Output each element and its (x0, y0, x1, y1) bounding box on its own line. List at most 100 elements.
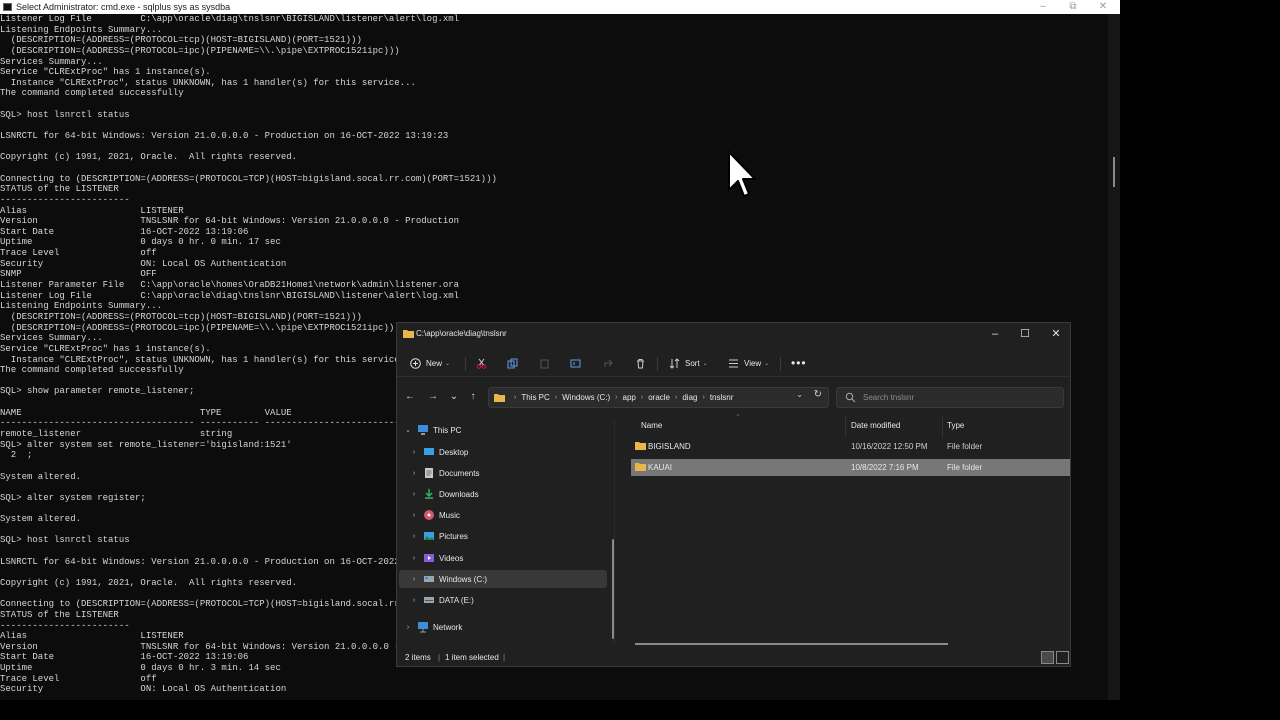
explorer-titlebar[interactable]: C:\app\oracle\diag\tnslsnr – ☐ ✕ (397, 323, 1070, 345)
copy-button[interactable] (507, 355, 518, 371)
maximize-icon[interactable]: ⧉ (1058, 0, 1088, 14)
folder-icon (635, 442, 646, 450)
folder-icon (635, 463, 646, 471)
address-dropdown-icon[interactable]: ⌄ (796, 390, 803, 399)
breadcrumb-app[interactable]: app (623, 393, 636, 402)
cmd-title: Select Administrator: cmd.exe - sqlplus … (16, 2, 231, 12)
chevron-right-icon: › (675, 394, 678, 401)
delete-button[interactable] (635, 355, 646, 371)
drive-icon (424, 597, 434, 603)
chevron-right-icon[interactable]: › (409, 533, 419, 540)
up-arrow-icon[interactable]: ↑ (465, 389, 481, 405)
column-header-type[interactable]: Type (947, 421, 964, 430)
tree-item-network[interactable]: › Network (399, 618, 607, 636)
breadcrumb-this-pc[interactable]: This PC (521, 393, 549, 402)
address-bar[interactable]: › This PC › Windows (C:) › app › oracle … (488, 387, 829, 408)
breadcrumb-windows-c[interactable]: Windows (C:) (562, 393, 610, 402)
download-icon (425, 489, 433, 499)
chevron-right-icon[interactable]: › (409, 449, 419, 456)
view-button[interactable]: View ⌄ (728, 355, 769, 371)
close-icon[interactable]: ✕ (1041, 323, 1070, 345)
rename-icon (570, 359, 581, 367)
chevron-down-icon: ⌄ (445, 360, 451, 367)
console-scrollbar[interactable] (1108, 14, 1120, 700)
refresh-icon[interactable]: ↻ (814, 389, 822, 400)
breadcrumb: › This PC › Windows (C:) › app › oracle … (509, 388, 733, 407)
horizontal-scrollbar[interactable] (635, 643, 948, 645)
minimize-icon[interactable]: – (1028, 0, 1058, 14)
list-item-selected[interactable]: KAUAI 10/8/2022 7:16 PM File folder (631, 459, 1070, 476)
pictures-icon (424, 532, 434, 540)
tree-item-music[interactable]: › Music (399, 506, 607, 524)
more-options-button[interactable]: ••• (791, 355, 807, 371)
selection-count: 1 item selected (445, 653, 499, 662)
chevron-right-icon[interactable]: › (409, 576, 419, 583)
maximize-icon[interactable]: ☐ (1010, 323, 1040, 345)
back-arrow-icon[interactable]: ← (402, 389, 418, 405)
chevron-right-icon[interactable]: › (409, 555, 419, 562)
tree-item-videos[interactable]: › Videos (399, 549, 607, 567)
console-line: Copyright (c) 1991, 2021, Oracle. All ri… (0, 152, 298, 163)
tiles-view-icon[interactable] (1056, 651, 1069, 664)
console-line: Listening Endpoints Summary... (0, 301, 163, 312)
tree-item-downloads[interactable]: › Downloads (399, 485, 607, 503)
tree-item-data-e[interactable]: › DATA (E:) (399, 591, 607, 609)
paste-button[interactable] (539, 355, 550, 371)
mouse-cursor-icon (728, 151, 756, 197)
search-input[interactable]: Search tnslsnr (836, 387, 1064, 408)
console-line: (DESCRIPTION=(ADDRESS=(PROTOCOL=tcp)(HOS… (0, 35, 362, 46)
cut-button[interactable] (476, 355, 487, 371)
taskbar-strip (0, 700, 1280, 720)
search-icon (845, 392, 856, 403)
console-line: Listener Parameter File C:\app\oracle\ho… (0, 280, 460, 291)
console-line: Listener Log File C:\app\oracle\diag\tns… (0, 14, 460, 24)
close-icon[interactable]: ✕ (1088, 0, 1118, 14)
search-placeholder: Search tnslsnr (863, 393, 915, 402)
scrollbar-thumb[interactable] (1113, 157, 1115, 187)
rename-button[interactable] (570, 355, 581, 371)
breadcrumb-diag[interactable]: diag (682, 393, 697, 402)
sort-button[interactable]: Sort ⌄ (669, 355, 708, 371)
console-line: Security ON: Local OS Authentication (0, 258, 287, 269)
tree-scrollbar[interactable] (612, 539, 614, 639)
chevron-right-icon[interactable]: › (409, 597, 419, 604)
file-list: ˆ Name Date modified Type BIGISLAND 10/1… (623, 415, 1070, 645)
column-divider[interactable] (845, 415, 846, 437)
breadcrumb-oracle[interactable]: oracle (648, 393, 670, 402)
forward-arrow-icon[interactable]: → (425, 389, 441, 405)
column-header-date-modified[interactable]: Date modified (851, 421, 900, 430)
column-divider[interactable] (942, 415, 943, 437)
breadcrumb-tnslsnr[interactable]: tnslsnr (710, 393, 734, 402)
cmd-icon (3, 3, 12, 11)
tree-item-this-pc[interactable]: ⌄ This PC (399, 421, 607, 439)
details-view-icon[interactable] (1041, 651, 1054, 664)
list-item[interactable]: BIGISLAND 10/16/2022 12:50 PM File folde… (631, 438, 1070, 455)
console-line: Listening Endpoints Summary... (0, 24, 163, 35)
console-line: Security ON: Local OS Authentication (0, 684, 287, 695)
minimize-icon[interactable]: – (980, 323, 1010, 345)
item-count: 2 items (405, 653, 431, 662)
tree-item-documents[interactable]: › Documents (399, 464, 607, 482)
copy-icon (507, 358, 518, 368)
divider (780, 357, 781, 371)
cmd-titlebar[interactable]: Select Administrator: cmd.exe - sqlplus … (0, 0, 1120, 14)
recent-chevron-icon[interactable]: ⌄ (446, 389, 462, 405)
chevron-down-icon[interactable]: ⌄ (403, 426, 413, 434)
tree-item-windows-c[interactable]: › Windows (C:) (399, 570, 607, 588)
column-header-name[interactable]: Name (641, 421, 662, 430)
new-button[interactable]: New ⌄ (410, 355, 450, 371)
chevron-right-icon: › (514, 394, 517, 401)
tree-label: Music (439, 510, 460, 520)
chevron-right-icon[interactable]: › (403, 624, 413, 631)
tree-item-pictures[interactable]: › Pictures (399, 527, 607, 545)
file-date: 10/16/2022 12:50 PM (851, 442, 928, 451)
chevron-right-icon[interactable]: › (409, 491, 419, 498)
tree-item-desktop[interactable]: › Desktop (399, 443, 607, 461)
explorer-title: C:\app\oracle\diag\tnslsnr (416, 329, 507, 338)
chevron-right-icon[interactable]: › (409, 512, 419, 519)
chevron-right-icon[interactable]: › (409, 470, 419, 477)
console-line: Instance "CLRExtProc", status UNKNOWN, h… (0, 77, 416, 88)
share-button[interactable] (603, 355, 614, 371)
